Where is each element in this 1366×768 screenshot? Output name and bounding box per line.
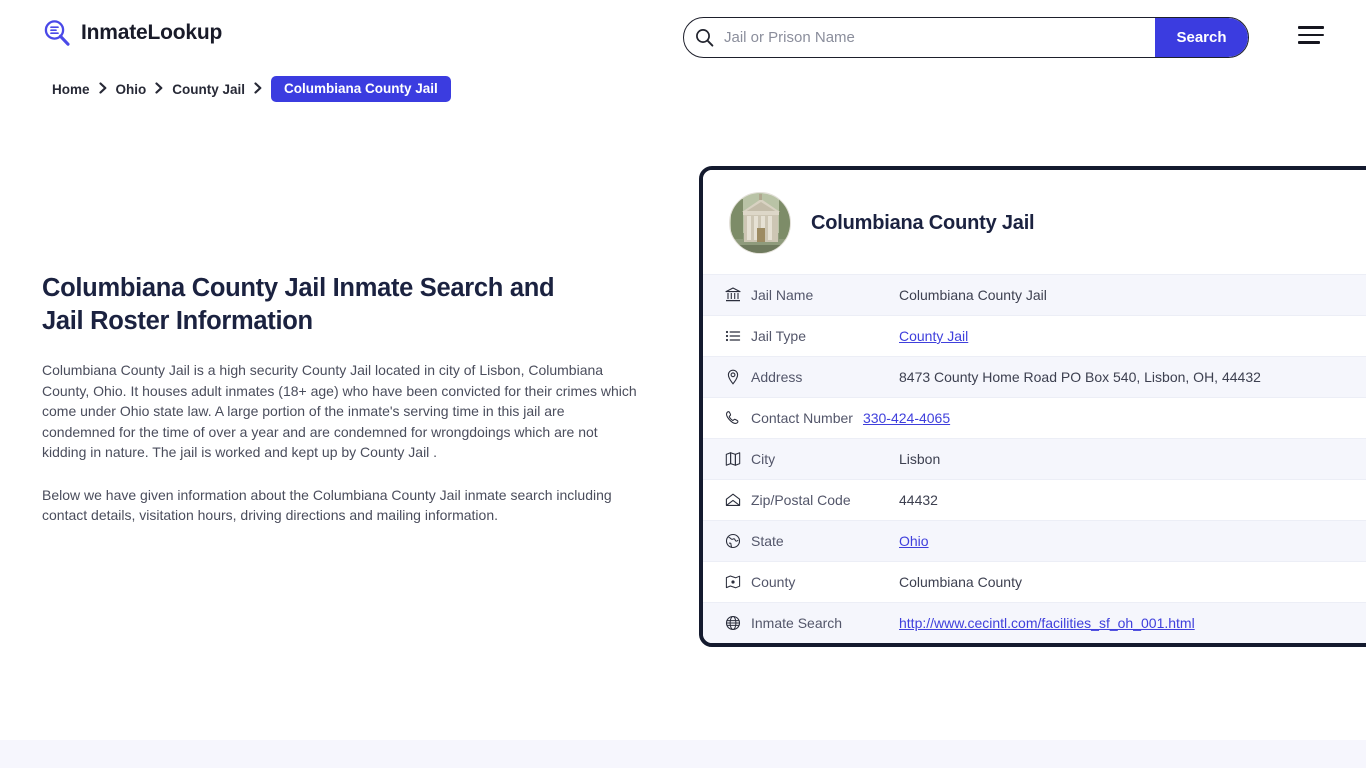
row-value[interactable]: 330-424-4065 [863,410,1366,426]
table-row: Contact Number 330-424-4065 [703,397,1366,438]
site-logo[interactable]: InmateLookup [42,18,222,48]
row-value: 8473 County Home Road PO Box 540, Lisbon… [899,369,1261,385]
secondary-paragraph: Below we have given information about th… [42,486,612,524]
table-row: Jail Type County Jail [703,315,1366,356]
row-label: Contact Number [751,410,853,426]
chevron-right-icon [254,81,262,97]
map-icon [725,451,751,467]
breadcrumb-item-columbiana-county-jail: Columbiana County Jail [271,76,451,102]
intro-paragraph: Columbiana County Jail is a high securit… [42,362,637,460]
footer-band [0,740,1366,768]
row-value: Columbiana County Jail [899,287,1047,303]
row-label: Jail Type [751,328,806,344]
jail-detail-table: Jail Name Columbiana County Jail Jail Type… [703,274,1366,643]
hamburger-line [1298,33,1324,37]
table-row: Inmate Search http://www.cecintl.com/faci… [703,602,1366,643]
map-marked-icon [725,574,751,590]
brand-name: InmateLookup [81,21,223,44]
search-bar[interactable]: Search [683,17,1249,58]
search-button[interactable]: Search [1155,18,1248,57]
phone-icon [725,410,751,426]
row-value: Columbiana County [899,574,1022,590]
row-label: Inmate Search [751,615,843,631]
chevron-right-icon [98,81,107,97]
row-value[interactable]: http://www.cecintl.com/facilities_sf_oh_… [899,615,1366,631]
hamburger-line [1298,26,1324,29]
row-label: City [751,451,776,467]
row-label: State [751,533,784,549]
table-row: County Columbiana County [703,561,1366,602]
breadcrumb: Home Ohio County Jail Columbiana County Jai… [52,76,451,102]
site-header: InmateLookup Search [0,0,1366,72]
list-icon [725,328,751,344]
card-title: Columbiana County Jail [811,211,1035,234]
row-value[interactable]: County Jail [899,328,1366,344]
table-row: Zip/Postal Code 44432 [703,479,1366,520]
hamburger-line [1298,41,1320,44]
breadcrumb-item-ohio[interactable]: Ohio [116,82,147,97]
row-value[interactable]: Ohio [899,533,1366,549]
row-label: County [751,574,796,590]
courthouse-photo [729,192,791,254]
globe-icon [725,615,751,631]
table-row: State Ohio [703,520,1366,561]
hamburger-menu-icon[interactable] [1298,24,1326,46]
envelope-icon [725,492,751,508]
row-label: Address [751,369,803,385]
table-row: Jail Name Columbiana County Jail [703,274,1366,315]
row-label: Jail Name [751,287,814,303]
row-value: Lisbon [899,451,941,467]
search-input[interactable] [724,18,1155,57]
breadcrumb-item-home[interactable]: Home [52,82,90,97]
bank-icon [725,287,751,303]
row-label: Zip/Postal Code [751,492,851,508]
table-row: Address 8473 County Home Road PO Box 540,… [703,356,1366,397]
jail-detail-card: Columbiana County Jail Jail Name Columbia… [699,166,1366,647]
article-column: Columbiana County Jail Inmate Search and… [42,272,642,526]
page-title: Columbiana County Jail Inmate Search and… [42,274,555,335]
search-icon [684,28,724,47]
chevron-right-icon [155,81,163,97]
breadcrumb-item-county-jail[interactable]: County Jail [172,82,245,97]
globe-state-icon [725,533,751,549]
map-pin-icon [725,369,751,385]
card-header: Columbiana County Jail [703,170,1366,274]
table-row: City Lisbon [703,438,1366,479]
search-list-logo-icon [42,18,72,48]
row-value: 44432 [899,492,938,508]
